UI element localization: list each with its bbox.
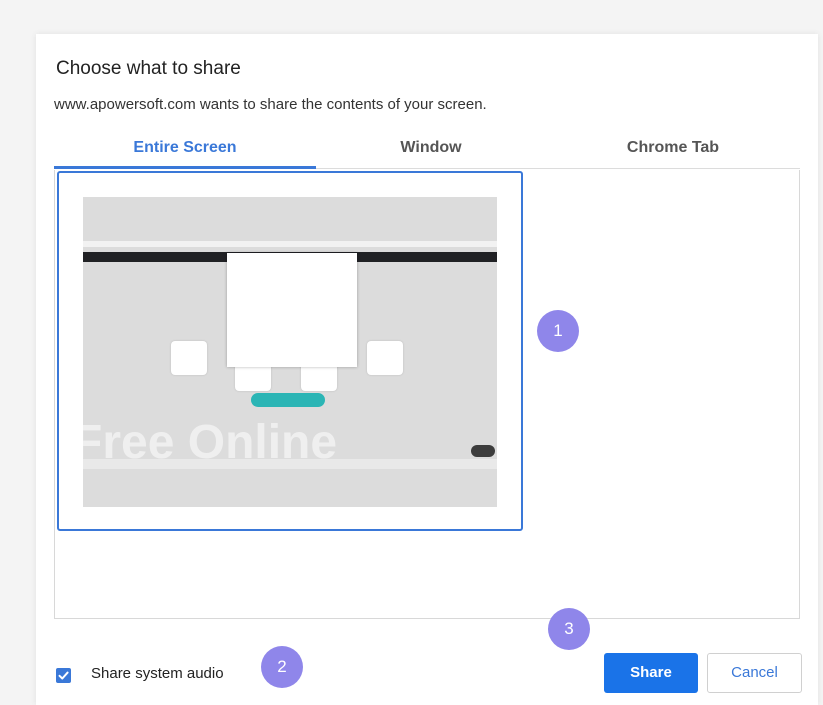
- share-audio-checkbox[interactable]: [56, 668, 71, 683]
- preview-taskbar: [83, 459, 497, 469]
- screen-preview-image: Free Online: [83, 197, 497, 507]
- preview-share-dialog: [227, 253, 357, 367]
- preview-card: [367, 341, 403, 375]
- tab-entire-screen[interactable]: Entire Screen: [54, 132, 316, 169]
- dialog-title: Choose what to share: [56, 58, 241, 79]
- tab-window[interactable]: Window: [316, 132, 546, 166]
- preview-toggle: [471, 445, 495, 457]
- cancel-button[interactable]: Cancel: [707, 653, 802, 693]
- share-tabs: Entire Screen Window Chrome Tab: [54, 132, 800, 169]
- screen-thumbnail[interactable]: Free Online: [57, 171, 523, 531]
- share-audio-label: Share system audio: [91, 665, 224, 682]
- share-dialog: Choose what to share www.apowersoft.com …: [36, 34, 818, 705]
- step-badge-2: 2: [261, 646, 303, 688]
- preview-card: [171, 341, 207, 375]
- preview-browser-bar: [83, 241, 497, 247]
- step-badge-1: 1: [537, 310, 579, 352]
- step-badge-3: 3: [548, 608, 590, 650]
- checkmark-icon: [58, 671, 69, 680]
- share-content-panel: Free Online: [54, 170, 800, 619]
- dialog-subtitle: www.apowersoft.com wants to share the co…: [54, 96, 487, 113]
- tab-chrome-tab[interactable]: Chrome Tab: [546, 132, 800, 166]
- share-button[interactable]: Share: [604, 653, 698, 693]
- preview-start-button: [251, 393, 325, 407]
